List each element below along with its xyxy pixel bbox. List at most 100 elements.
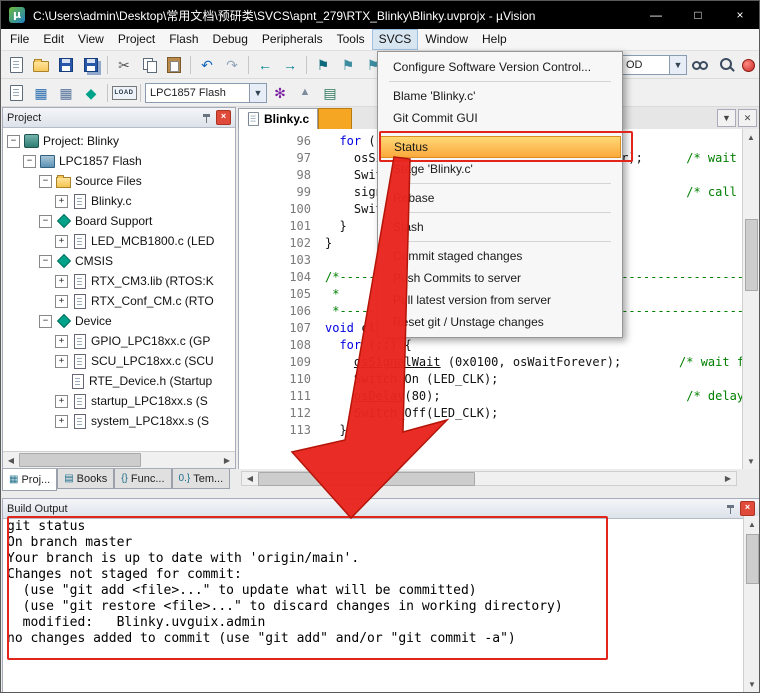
save-all-button[interactable]	[79, 54, 103, 76]
panel-tab-books[interactable]: ▤Books	[57, 469, 114, 489]
tree-item[interactable]: −Source Files	[3, 171, 235, 191]
cut-button[interactable]: ✂	[112, 54, 136, 76]
tree-item[interactable]: +system_LPC18xx.s (S	[3, 411, 235, 431]
collapse-icon[interactable]: −	[23, 155, 36, 168]
scroll-down-icon[interactable]: ▼	[744, 676, 760, 692]
tree-item[interactable]: +Blinky.c	[3, 191, 235, 211]
scroll-up-icon[interactable]: ▲	[743, 129, 759, 145]
menu-project[interactable]: Project	[111, 29, 162, 50]
svcs-menu-item-configure-software-version-control[interactable]: Configure Software Version Control...	[379, 56, 621, 78]
tree-item[interactable]: −Project: Blinky	[3, 131, 235, 151]
scroll-down-icon[interactable]: ▼	[743, 453, 759, 469]
close-button[interactable]: ×	[719, 1, 760, 29]
expand-icon[interactable]: +	[55, 395, 68, 408]
open-file-button[interactable]	[29, 54, 53, 76]
svcs-menu-item-pull-latest-version-from-server[interactable]: Pull latest version from server	[379, 289, 621, 311]
options-for-target-button[interactable]: ✻	[268, 82, 292, 104]
editor-tab-highlighted[interactable]	[318, 108, 352, 129]
tree-item[interactable]: −LPC1857 Flash	[3, 151, 235, 171]
project-horizontal-scrollbar[interactable]: ◀ ▶	[3, 451, 235, 468]
scrollbar-thumb[interactable]	[19, 453, 141, 467]
breakpoint-button[interactable]	[737, 54, 759, 76]
scrollbar-thumb[interactable]	[258, 472, 475, 486]
pin-icon[interactable]	[202, 113, 212, 123]
menu-peripherals[interactable]: Peripherals	[255, 29, 330, 50]
bookmark-toggle-button[interactable]: ⚑	[311, 54, 335, 76]
menu-help[interactable]: Help	[475, 29, 514, 50]
expand-icon[interactable]: +	[55, 415, 68, 428]
tree-item[interactable]: +startup_LPC18xx.s (S	[3, 391, 235, 411]
editor-horizontal-scrollbar[interactable]: ◀ ▶	[241, 471, 737, 486]
build-output-close-button[interactable]: ×	[740, 501, 755, 516]
menu-window[interactable]: Window	[418, 29, 475, 50]
menu-svcs[interactable]: SVCS	[372, 29, 419, 50]
tree-item[interactable]: +RTX_CM3.lib (RTOS:K	[3, 271, 235, 291]
scroll-right-icon[interactable]: ▶	[720, 471, 736, 487]
tree-item[interactable]: RTE_Device.h (Startup	[3, 371, 235, 391]
scrollbar-thumb[interactable]	[745, 219, 758, 291]
find-combo[interactable]: OD ▼	[621, 55, 687, 75]
collapse-icon[interactable]: −	[39, 215, 52, 228]
collapse-icon[interactable]: −	[39, 255, 52, 268]
find-in-files-button[interactable]	[689, 54, 711, 76]
tree-item[interactable]: +RTX_Conf_CM.c (RTO	[3, 291, 235, 311]
maximize-button[interactable]: □	[677, 1, 719, 29]
build-output-scrollbar[interactable]: ▲ ▼	[743, 516, 759, 692]
scrollbar-thumb[interactable]	[746, 534, 759, 584]
document-list-dropdown[interactable]: ▼	[717, 109, 736, 127]
svcs-menu-item-stash[interactable]: Stash	[379, 216, 621, 238]
navigate-back-button[interactable]: ←	[253, 54, 277, 76]
collapse-icon[interactable]: −	[39, 175, 52, 188]
svcs-menu-item-commit-staged-changes[interactable]: Commit staged changes	[379, 245, 621, 267]
expand-icon[interactable]: +	[55, 235, 68, 248]
tree-item[interactable]: −CMSIS	[3, 251, 235, 271]
menu-tools[interactable]: Tools	[330, 29, 372, 50]
scroll-up-icon[interactable]: ▲	[744, 516, 760, 532]
tree-item[interactable]: +SCU_LPC18xx.c (SCU	[3, 351, 235, 371]
svcs-menu-item-git-commit-gui[interactable]: Git Commit GUI	[379, 107, 621, 129]
svcs-menu-item-rebase[interactable]: Rebase	[379, 187, 621, 209]
chevron-down-icon[interactable]: ▼	[249, 84, 266, 102]
scroll-right-icon[interactable]: ▶	[219, 452, 235, 468]
menu-debug[interactable]: Debug	[206, 29, 255, 50]
redo-button[interactable]: ↷	[220, 54, 244, 76]
close-document-button[interactable]: ✕	[738, 109, 757, 127]
collapse-icon[interactable]: −	[39, 315, 52, 328]
save-button[interactable]	[54, 54, 78, 76]
svcs-menu-item-reset-git-unstage-changes[interactable]: Reset git / Unstage changes	[379, 311, 621, 333]
search-button[interactable]	[713, 54, 735, 76]
expand-icon[interactable]: +	[55, 195, 68, 208]
svcs-menu-item-push-commits-to-server[interactable]: Push Commits to server	[379, 267, 621, 289]
editor-vertical-scrollbar[interactable]: ▲ ▼	[742, 129, 759, 469]
pack-installer-button[interactable]: ▤	[318, 82, 342, 104]
translate-button[interactable]	[4, 82, 28, 104]
chevron-down-icon[interactable]: ▼	[669, 56, 686, 74]
tree-item[interactable]: −Board Support	[3, 211, 235, 231]
scroll-left-icon[interactable]: ◀	[242, 471, 258, 487]
panel-tab-func[interactable]: {}Func...	[114, 469, 171, 489]
menu-file[interactable]: File	[3, 29, 36, 50]
project-close-button[interactable]: ×	[216, 110, 231, 125]
file-extensions-button[interactable]: ▲	[293, 82, 317, 104]
tree-item[interactable]: +LED_MCB1800.c (LED	[3, 231, 235, 251]
load-application-button[interactable]: LOAD	[112, 82, 136, 104]
expand-icon[interactable]: +	[55, 295, 68, 308]
target-selector[interactable]: LPC1857 Flash ▼	[145, 83, 267, 103]
paste-button[interactable]	[162, 54, 186, 76]
scroll-left-icon[interactable]: ◀	[3, 452, 19, 468]
build-button[interactable]: ▦	[29, 82, 53, 104]
tree-item[interactable]: +GPIO_LPC18xx.c (GP	[3, 331, 235, 351]
tree-item[interactable]: −Device	[3, 311, 235, 331]
panel-tab-proj[interactable]: ▦Proj...	[2, 469, 57, 491]
expand-icon[interactable]: +	[55, 355, 68, 368]
bookmark-prev-button[interactable]: ⚑	[336, 54, 360, 76]
new-file-button[interactable]	[4, 54, 28, 76]
pin-icon[interactable]	[726, 504, 736, 514]
undo-button[interactable]: ↶	[195, 54, 219, 76]
menu-flash[interactable]: Flash	[162, 29, 205, 50]
panel-tab-tem[interactable]: 0.}Tem...	[172, 469, 231, 489]
rebuild-button[interactable]: ▦	[54, 82, 78, 104]
menu-view[interactable]: View	[71, 29, 111, 50]
editor-tab-blinky[interactable]: Blinky.c	[238, 108, 318, 129]
copy-button[interactable]	[137, 54, 161, 76]
